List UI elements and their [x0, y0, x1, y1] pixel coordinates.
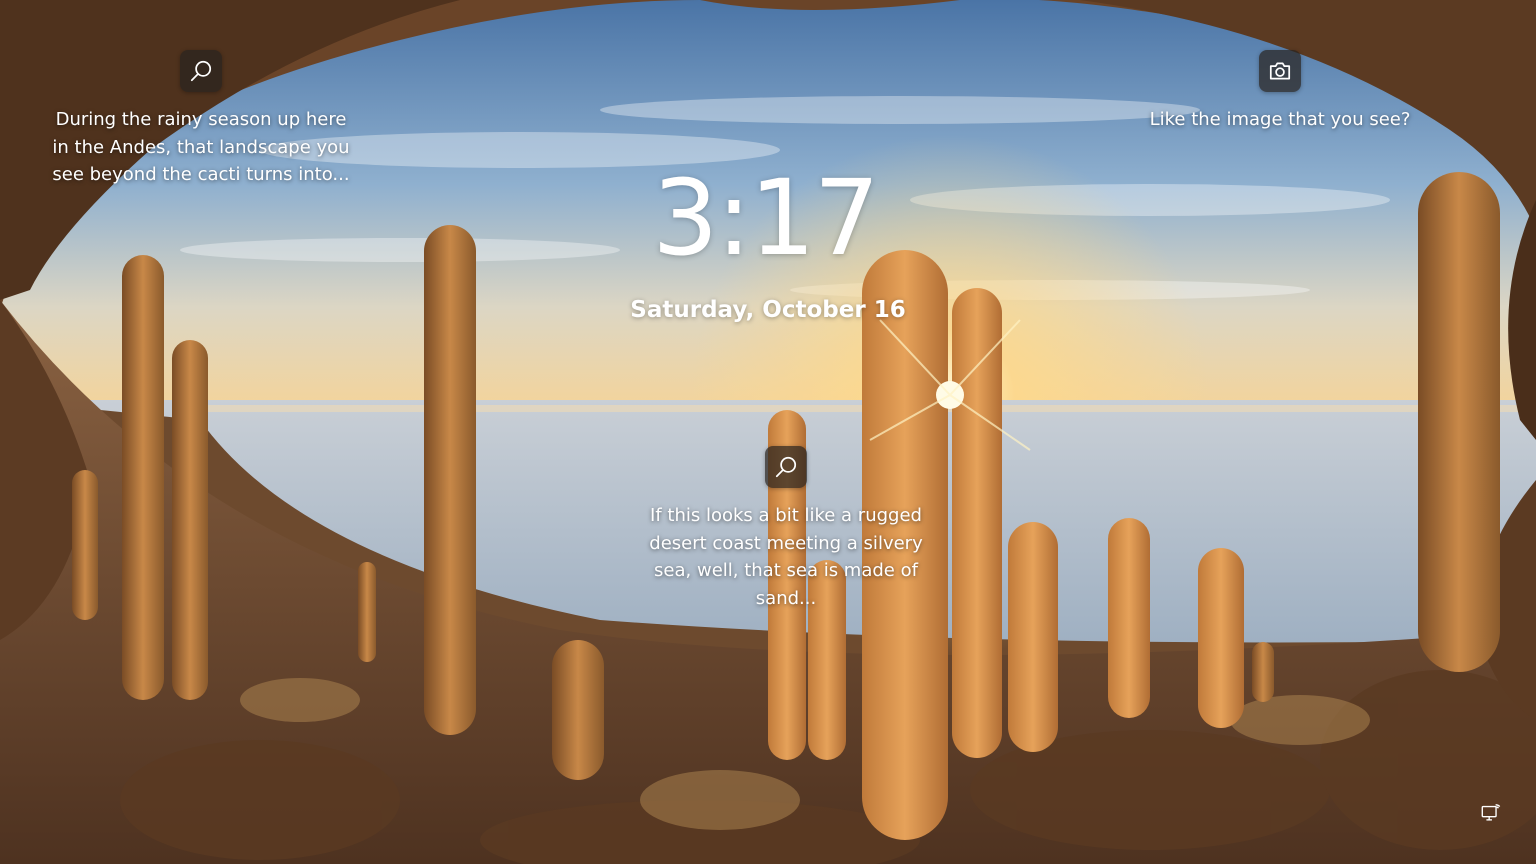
- spotlight-hotspot-left[interactable]: During the rainy season up here in the A…: [46, 50, 356, 189]
- spotlight-hotspot-center[interactable]: If this looks a bit like a rugged desert…: [636, 446, 936, 612]
- search-icon[interactable]: [180, 50, 222, 92]
- hotspot-caption[interactable]: Like the image that you see?: [1150, 106, 1411, 134]
- lock-screen[interactable]: 3:17 Saturday, October 16 During the rai…: [0, 0, 1536, 864]
- hotspot-caption[interactable]: If this looks a bit like a rugged desert…: [636, 502, 936, 612]
- network-icon[interactable]: [1480, 802, 1502, 824]
- spotlight-hotspot-right[interactable]: Like the image that you see?: [1140, 50, 1420, 134]
- camera-icon[interactable]: [1259, 50, 1301, 92]
- hotspot-caption[interactable]: During the rainy season up here in the A…: [46, 106, 356, 189]
- clock-date: Saturday, October 16: [630, 297, 906, 323]
- search-icon[interactable]: [765, 446, 807, 488]
